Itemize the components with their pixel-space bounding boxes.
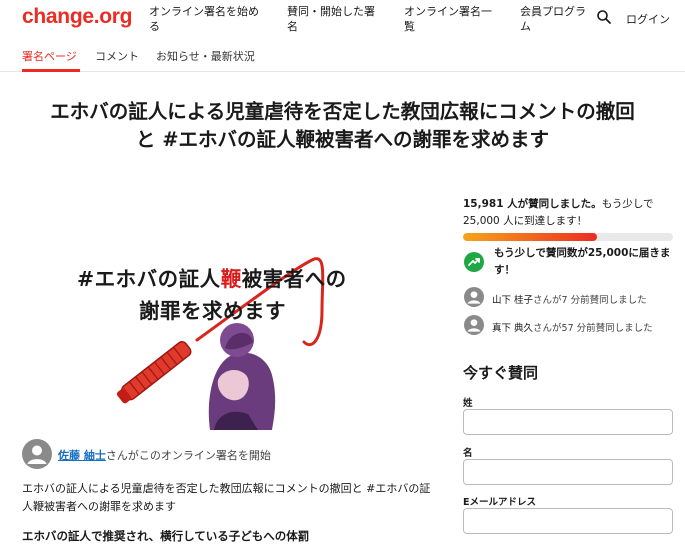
sign-heading: 今すぐ賛同 xyxy=(463,364,539,382)
activity-item: 山下 桂子さんが7 分前賛同しました xyxy=(492,295,647,306)
petition-tabs: 署名ページ コメント お知らせ・最新状況 xyxy=(0,38,685,72)
whip-illustration xyxy=(116,257,325,430)
signature-progress-bar xyxy=(463,233,673,241)
starter-avatar xyxy=(22,439,52,469)
login-link[interactable]: ログイン xyxy=(626,11,670,27)
user-icon xyxy=(467,319,481,332)
email-field[interactable] xyxy=(463,508,673,534)
active-tab-indicator xyxy=(22,69,80,72)
tab-updates[interactable]: お知らせ・最新状況 xyxy=(156,48,255,64)
nav-browse-petitions[interactable]: オンライン署名一 覧 xyxy=(404,4,492,34)
activity-item: 真下 典久さんが57 分前賛同しました xyxy=(492,323,653,334)
nav-my-petitions[interactable]: 賛同・開始した署 名 xyxy=(287,4,375,34)
nav-start-petition[interactable]: オンライン署名を始め る xyxy=(149,4,259,34)
progress-fill xyxy=(463,233,598,241)
petition-subheading: エホバの証人で推奨され、横行している子どもへの体罰 xyxy=(22,529,310,543)
user-icon xyxy=(27,445,47,464)
trending-up-icon xyxy=(464,252,484,272)
first-name-label: 名 xyxy=(463,448,473,459)
petition-title: エホバの証人による児童虐待を否定した教団広報にコメントの撤回 と #エホバの証人… xyxy=(50,100,635,151)
image-text-line2: 謝罪を求めます xyxy=(139,299,286,323)
last-name-field[interactable] xyxy=(463,409,673,435)
activity-avatar xyxy=(464,287,484,307)
starter-name-link[interactable]: 佐藤 紬士 xyxy=(58,449,106,462)
user-icon xyxy=(467,291,481,304)
goal-message: もう少しで賛同数が25,000に届きます！ xyxy=(494,247,671,276)
tab-comments[interactable]: コメント xyxy=(95,48,139,64)
activity-avatar xyxy=(464,315,484,335)
tab-petition[interactable]: 署名ページ xyxy=(22,48,77,64)
last-name-label: 姓 xyxy=(463,398,473,409)
signature-count: 15,981 人が賛同しました。もう少しで 25,000 人に到達します！ xyxy=(463,198,654,227)
top-navigation: change.org オンライン署名を始め る 賛同・開始した署 名 オンライン… xyxy=(0,0,685,38)
change-org-logo[interactable]: change.org xyxy=(22,5,132,29)
nav-membership[interactable]: 会員プログラ ム xyxy=(520,4,586,34)
petition-image: #エホバの証人鞭被害者への 謝罪を求めます xyxy=(22,230,442,430)
petition-starter: 佐藤 紬士さんがこのオンライン署名を開始 xyxy=(58,449,271,462)
image-text-line1: #エホバの証人鞭被害者への xyxy=(77,267,347,291)
first-name-field[interactable] xyxy=(463,459,673,485)
petition-description: エホバの証人による児童虐待を否定した教団広報にコメントの撤回と #エホバの証人鞭… xyxy=(22,482,431,513)
email-label: Eメールアドレス xyxy=(463,497,536,508)
search-icon[interactable] xyxy=(596,9,612,25)
